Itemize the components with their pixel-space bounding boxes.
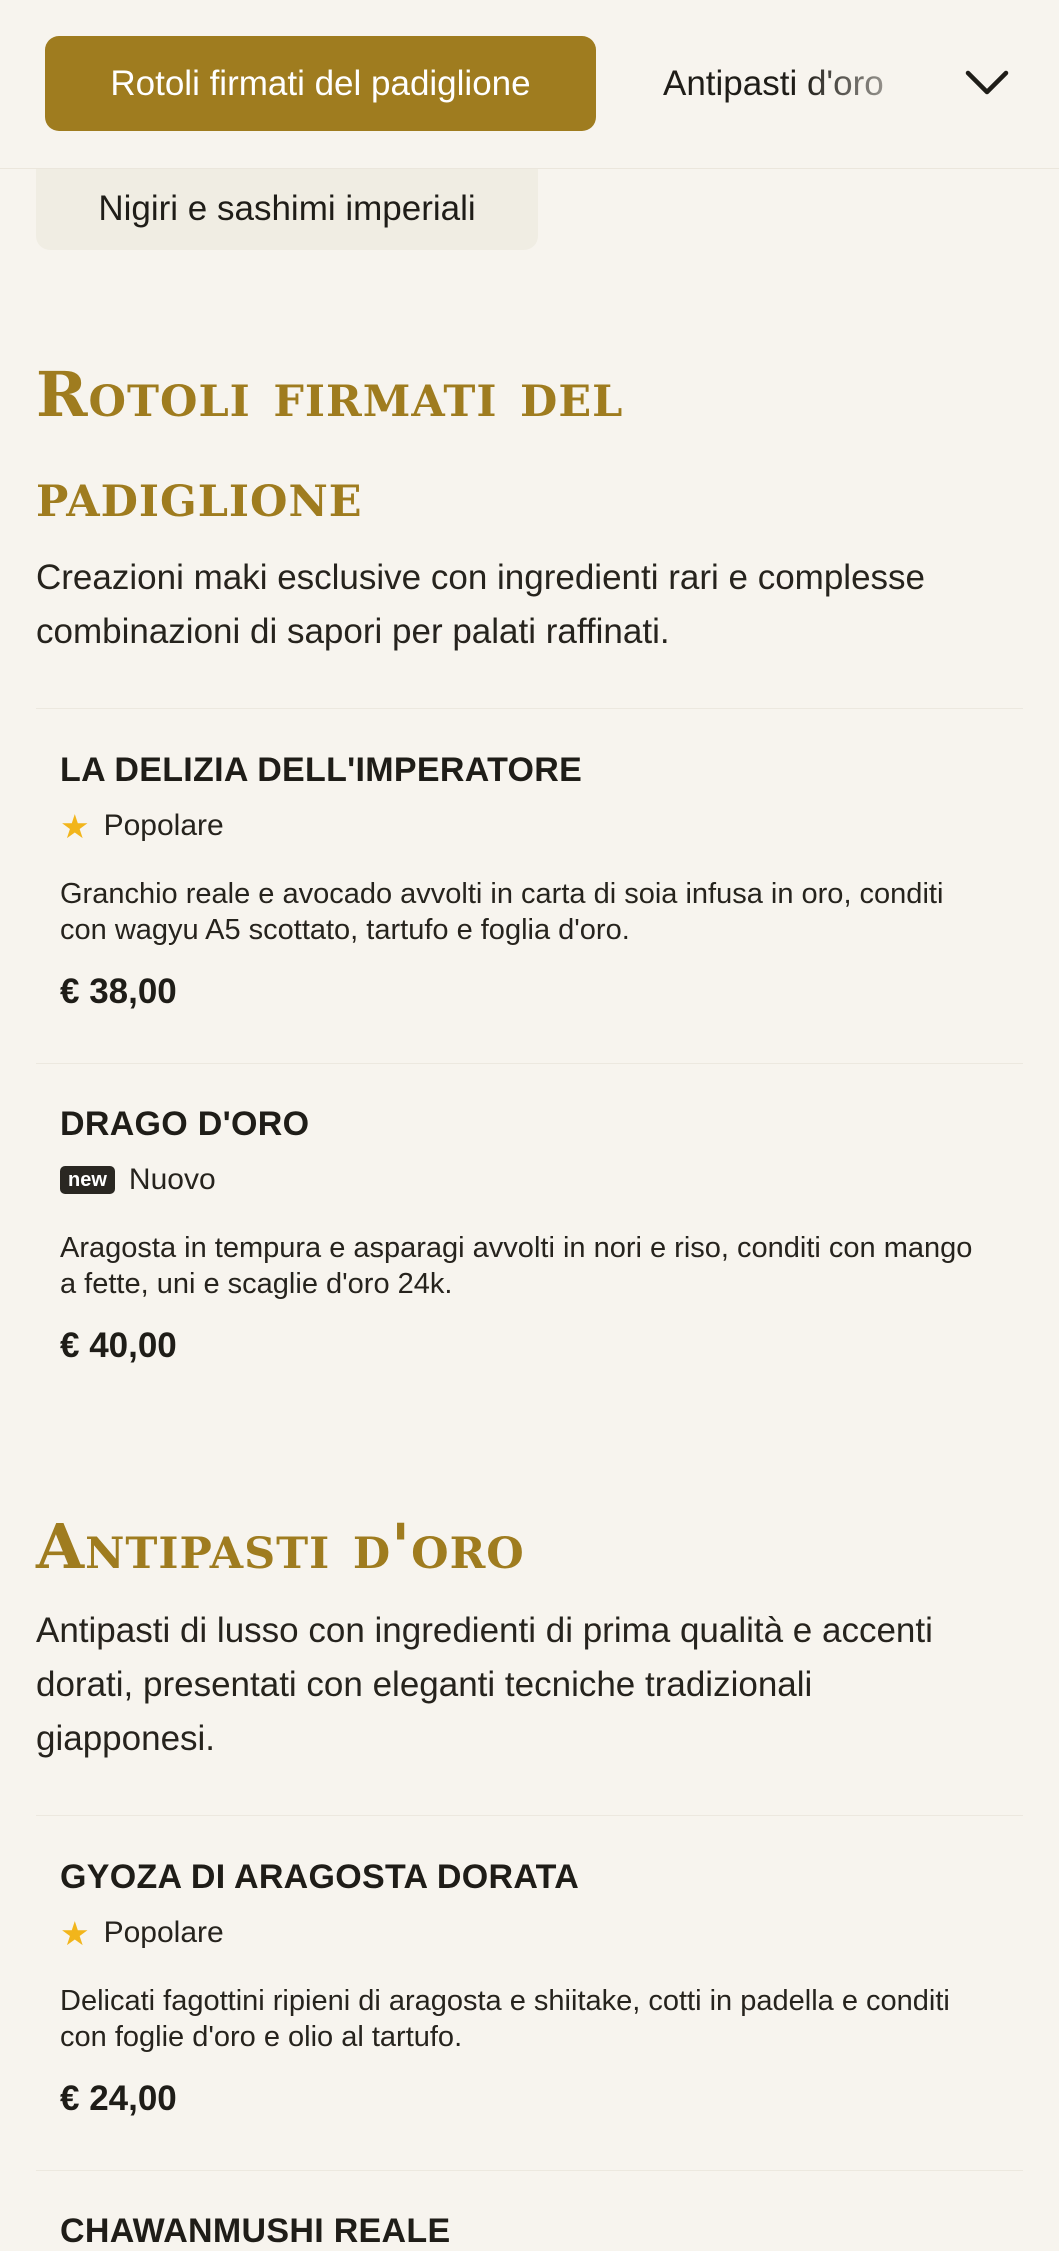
menu-item-badge: new Nuovo bbox=[60, 1162, 990, 1198]
star-icon: ★ bbox=[60, 1914, 90, 1952]
divider bbox=[36, 1815, 1023, 1816]
menu-item[interactable]: GYOZA DI ARAGOSTA DORATA ★ Popolare Deli… bbox=[60, 1857, 990, 2121]
category-tab-nigiri[interactable]: Nigiri e sashimi imperiali bbox=[36, 168, 538, 250]
menu-item-name: DRAGO D'ORO bbox=[60, 1105, 310, 1143]
divider bbox=[36, 708, 1023, 709]
menu-item-price: € 24,00 bbox=[60, 2079, 177, 2118]
section-description: Antipasti di lusso con ingredienti di pr… bbox=[36, 1611, 933, 1758]
star-icon: ★ bbox=[60, 807, 90, 845]
badge-label: Popolare bbox=[103, 1916, 224, 1949]
divider bbox=[36, 2170, 1023, 2171]
menu-item-badge: ★ Popolare bbox=[60, 808, 990, 844]
menu-item-description: Delicati fagottini ripieni di aragosta e… bbox=[60, 1985, 950, 2053]
menu-item[interactable]: CHAWANMUSHI REALE bbox=[60, 2211, 990, 2251]
section-description: Creazioni maki esclusive con ingredienti… bbox=[36, 558, 925, 651]
menu-item-name: LA DELIZIA DELL'IMPERATORE bbox=[60, 751, 583, 789]
category-tab-next[interactable]: Antipasti d'oro bbox=[663, 36, 915, 131]
section-title: Rotoli firmati del padiglione bbox=[36, 358, 624, 531]
menu-item-name: CHAWANMUSHI REALE bbox=[60, 2212, 451, 2250]
divider bbox=[36, 1063, 1023, 1064]
chevron-down-icon[interactable] bbox=[957, 58, 1017, 108]
category-tab-active[interactable]: Rotoli firmati del padiglione bbox=[45, 36, 596, 131]
section-title: Antipasti d'oro bbox=[36, 1510, 525, 1583]
new-badge-pill: new bbox=[60, 1166, 115, 1194]
badge-label: Popolare bbox=[103, 809, 224, 842]
menu-item-badge: ★ Popolare bbox=[60, 1915, 990, 1951]
category-nav-bar: Rotoli firmati del padiglione Antipasti … bbox=[0, 0, 1059, 169]
menu-item-price: € 38,00 bbox=[60, 972, 177, 1011]
menu-item-description: Granchio reale e avocado avvolti in cart… bbox=[60, 878, 944, 946]
menu-item[interactable]: LA DELIZIA DELL'IMPERATORE ★ Popolare Gr… bbox=[60, 750, 990, 1014]
menu-item-name: GYOZA DI ARAGOSTA DORATA bbox=[60, 1858, 580, 1896]
menu-item-description: Aragosta in tempura e asparagi avvolti i… bbox=[60, 1232, 973, 1300]
badge-label: Nuovo bbox=[128, 1163, 216, 1196]
menu-item-price: € 40,00 bbox=[60, 1326, 177, 1365]
menu-item[interactable]: DRAGO D'ORO new Nuovo Aragosta in tempur… bbox=[60, 1104, 990, 1368]
